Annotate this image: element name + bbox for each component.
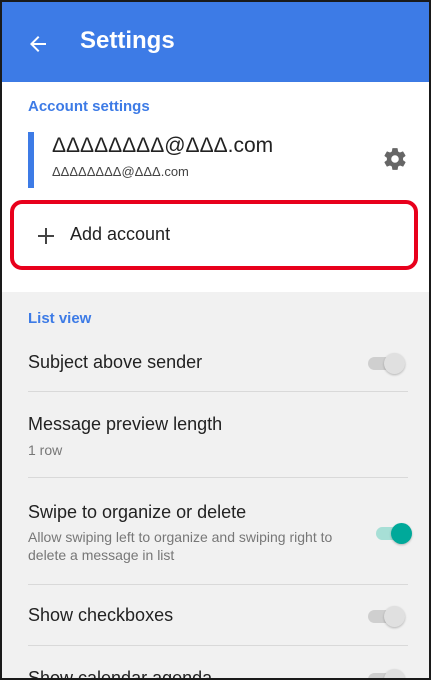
gear-icon[interactable] bbox=[382, 146, 408, 172]
screen: Settings Account settings ΔΔΔΔΔΔΔΔ@ΔΔΔ.c… bbox=[0, 0, 431, 680]
section-header-list-view: List view bbox=[28, 310, 92, 327]
setting-title: Show calendar agenda bbox=[28, 668, 213, 680]
setting-title: Message preview length bbox=[28, 414, 223, 434]
setting-message-preview-length[interactable]: Message preview length 1 row bbox=[2, 392, 429, 476]
plus-icon bbox=[38, 228, 54, 244]
setting-value: 1 row bbox=[28, 442, 63, 458]
setting-swipe-to-organize[interactable]: Swipe to organize or delete Allow swipin… bbox=[2, 478, 429, 584]
account-color-bar bbox=[28, 132, 34, 188]
page-title: Settings bbox=[80, 27, 175, 54]
add-account-label: Add account bbox=[70, 224, 171, 244]
toggle-subject-above-sender[interactable] bbox=[364, 352, 405, 374]
setting-title: Show checkboxes bbox=[28, 605, 174, 625]
setting-description: Allow swiping left to organize and swipi… bbox=[28, 529, 333, 563]
toggle-swipe-to-organize[interactable] bbox=[372, 522, 412, 544]
setting-show-calendar-agenda[interactable]: Show calendar agenda bbox=[2, 646, 429, 680]
setting-title: Swipe to organize or delete bbox=[28, 502, 247, 522]
back-arrow-icon[interactable] bbox=[26, 32, 50, 56]
toggle-show-calendar-agenda[interactable] bbox=[364, 668, 405, 678]
toggle-show-checkboxes[interactable] bbox=[364, 605, 405, 627]
account-settings-card: Account settings ΔΔΔΔΔΔΔΔ@ΔΔΔ.com ΔΔΔΔΔΔ… bbox=[2, 82, 429, 292]
setting-subject-above-sender[interactable]: Subject above sender bbox=[2, 334, 429, 390]
setting-show-checkboxes[interactable]: Show checkboxes bbox=[2, 585, 429, 645]
account-email-sub: ΔΔΔΔΔΔΔΔ@ΔΔΔ.com bbox=[52, 164, 189, 179]
app-bar: Settings bbox=[2, 2, 429, 82]
section-header-account-settings: Account settings bbox=[28, 98, 150, 115]
add-account-button[interactable]: Add account bbox=[10, 200, 418, 270]
setting-title: Subject above sender bbox=[28, 352, 203, 372]
account-email[interactable]: ΔΔΔΔΔΔΔΔ@ΔΔΔ.com bbox=[52, 134, 273, 158]
list-view-section: List view Subject above sender Message p… bbox=[2, 292, 429, 680]
